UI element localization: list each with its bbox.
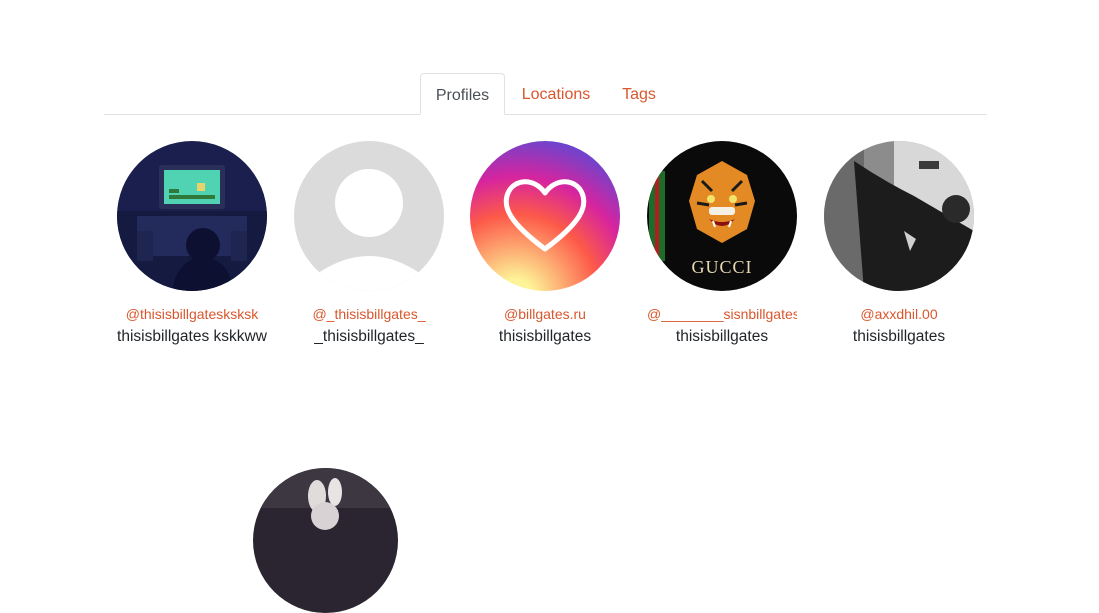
profile-avatar-heart-gradient[interactable] xyxy=(470,141,620,291)
profile-card: @billgates.ru thisisbillgates xyxy=(457,141,633,348)
profile-card xyxy=(253,468,398,613)
profile-handle[interactable]: @billgates.ru xyxy=(470,306,620,323)
profile-card: @axxdhil.00 thisisbillgates xyxy=(811,141,987,348)
profile-handle[interactable]: @thisisbillgatesksksk xyxy=(117,306,267,323)
tab-locations[interactable]: Locations xyxy=(515,73,597,114)
tab-bar: Profiles Locations Tags xyxy=(104,73,987,115)
profile-handle[interactable]: @_thisisbillgates_ xyxy=(294,306,444,323)
tab-profiles[interactable]: Profiles xyxy=(420,73,505,115)
profile-card: @thisisbillgatesksksk thisisbillgates ks… xyxy=(104,141,280,348)
profile-name: thisisbillgates kskkww xyxy=(117,328,267,345)
profile-card: GUCCI @________sisnbillgates thisisbillg… xyxy=(634,141,810,348)
tab-tags[interactable]: Tags xyxy=(612,73,666,114)
profile-name: thisisbillgates xyxy=(498,328,592,345)
profile-avatar-default-user[interactable] xyxy=(294,141,444,291)
profile-name: _thisisbillgates_ xyxy=(314,328,424,345)
profile-name: thisisbillgates xyxy=(675,328,769,345)
profile-avatar-grayscale-photo[interactable] xyxy=(824,141,974,291)
profile-handle[interactable]: @________sisnbillgates xyxy=(647,306,797,323)
profile-avatar-dark-rabbit[interactable] xyxy=(253,468,398,613)
gucci-logo-text: GUCCI xyxy=(691,257,753,277)
profile-handle[interactable]: @axxdhil.00 xyxy=(824,306,974,323)
profile-avatar-gucci-tiger[interactable]: GUCCI xyxy=(647,141,797,291)
profile-card: @_thisisbillgates_ _thisisbillgates_ xyxy=(281,141,457,348)
profile-name: thisisbillgates xyxy=(852,328,946,345)
profile-avatar-retro-gamer[interactable] xyxy=(117,141,267,291)
